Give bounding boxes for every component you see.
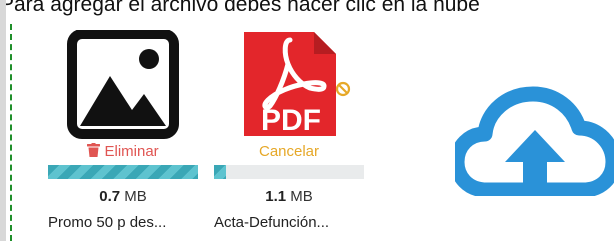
delete-button[interactable]: Eliminar [48, 143, 198, 161]
progress-fill [214, 165, 226, 179]
upload-progress-bar [48, 165, 198, 179]
pdf-label: PDF [261, 104, 321, 137]
upload-progress-bar [214, 165, 364, 179]
prohibited-icon[interactable] [335, 81, 351, 97]
cancel-button[interactable]: Cancelar [214, 143, 364, 161]
dropzone-border [10, 24, 12, 241]
image-file-icon [67, 30, 179, 139]
file-card-pdf: PDF Cancelar 1.1 MB Acta-Defunción... [214, 30, 364, 241]
file-size-unit: MB [290, 188, 313, 205]
upload-instruction: Para agregar el archivo debes hacer clic… [0, 0, 480, 16]
cancel-label: Cancelar [258, 143, 320, 160]
file-name: Acta-Defunción... [214, 214, 330, 231]
file-size: 1.1 MB [214, 188, 364, 205]
file-size: 0.7 MB [48, 188, 198, 205]
left-scroll-track [0, 0, 6, 241]
cloud-upload-icon[interactable] [455, 86, 614, 196]
delete-label: Eliminar [104, 143, 159, 160]
file-name: Promo 50 p des... [48, 214, 167, 231]
file-size-value: 1.1 [265, 188, 287, 205]
file-size-value: 0.7 [99, 188, 121, 205]
file-card-image: Eliminar 0.7 MB Promo 50 p des... [48, 30, 198, 241]
progress-fill [48, 165, 198, 179]
file-size-unit: MB [124, 188, 147, 205]
trash-icon [87, 143, 101, 157]
